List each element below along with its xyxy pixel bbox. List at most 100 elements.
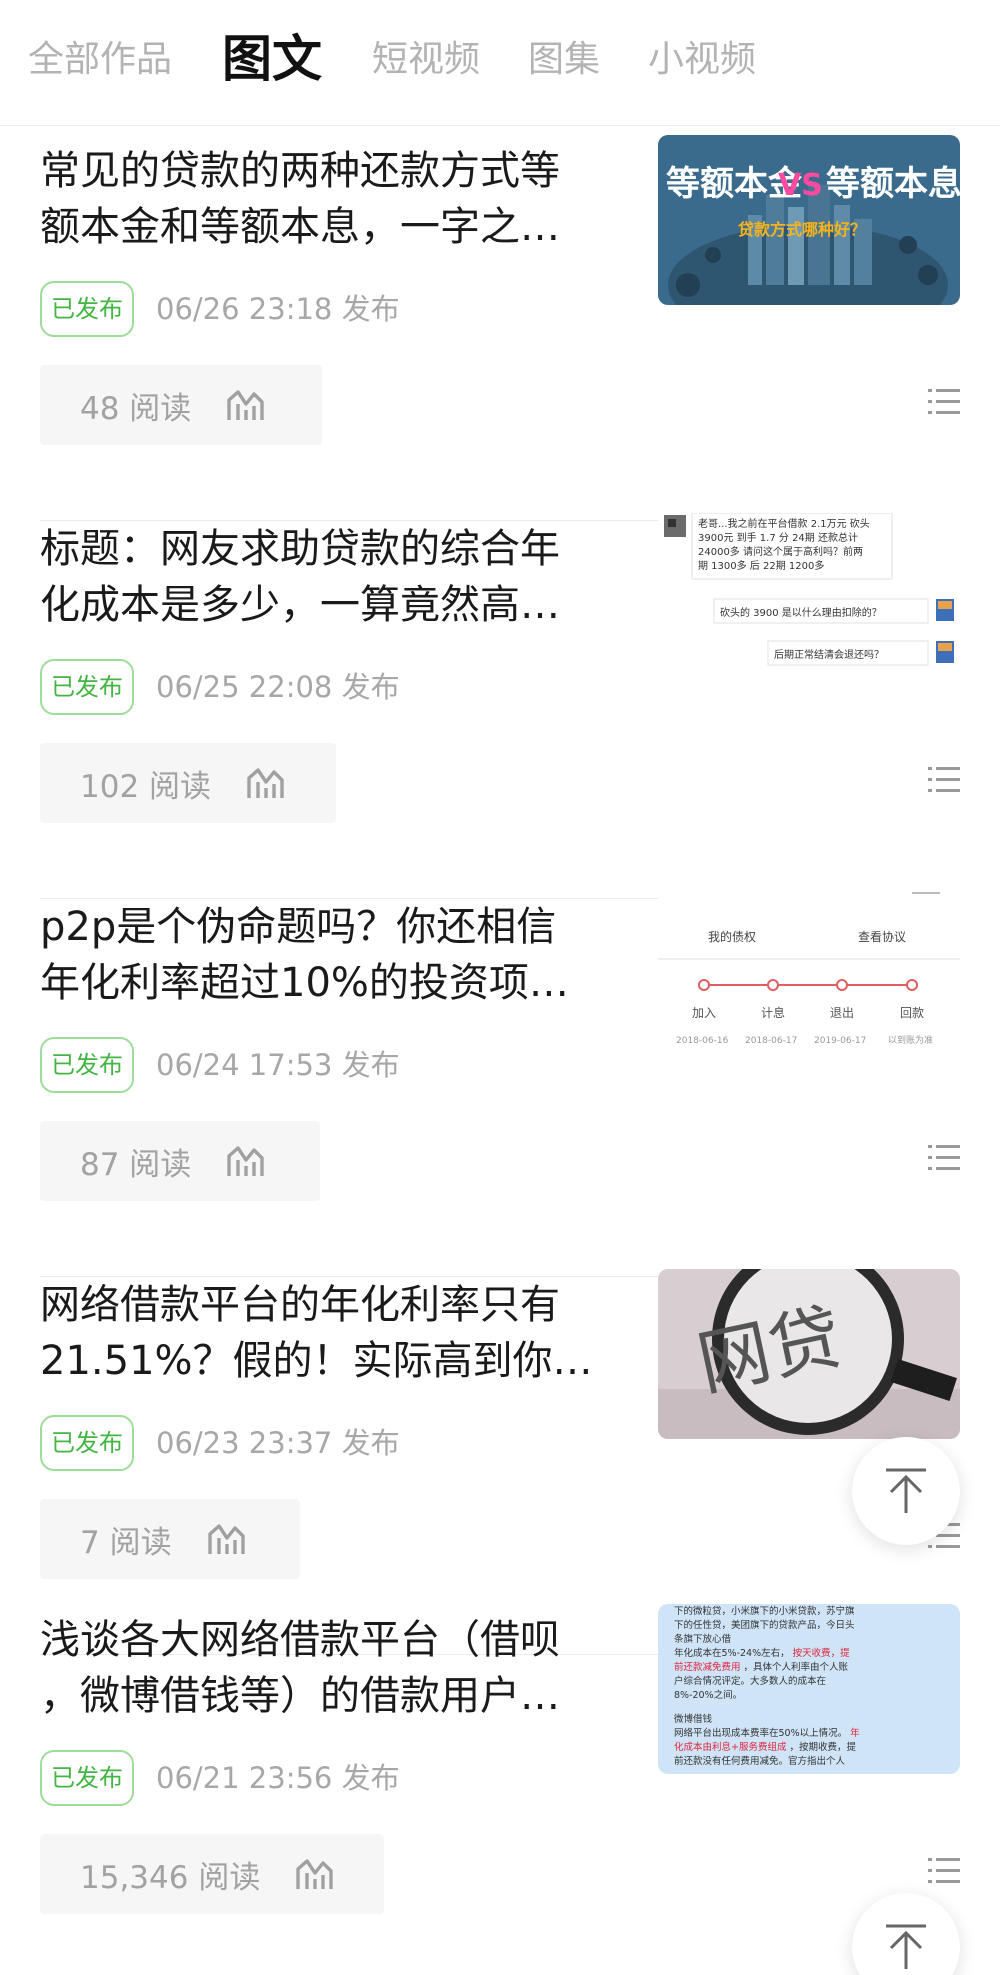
list-menu-icon[interactable]: [928, 765, 960, 795]
thumb-text: 2018-06-17: [745, 1036, 797, 1046]
thumb-text: 退出: [830, 1006, 854, 1020]
tab-short-videos[interactable]: 短视频: [372, 30, 480, 90]
stats-panel[interactable]: 48 阅读: [40, 365, 322, 445]
article-title-line: 21.51%？假的！实际高到你…: [40, 1338, 593, 1384]
tab-mini-videos[interactable]: 小视频: [648, 30, 756, 90]
thumb-text: 加入: [692, 1006, 716, 1020]
article-thumbnail[interactable]: 下的微粒贷，小米旗下的小米贷款，苏宁旗 下的任性贷，美团旗下的贷款产品，今日头 …: [658, 1604, 960, 1774]
thumb-text: 等额本息: [826, 164, 960, 204]
thumb-text: 以到账为准: [888, 1034, 933, 1046]
tab-articles[interactable]: 图文: [222, 26, 322, 92]
stats-chart-icon: [207, 1524, 245, 1554]
chat-text: 期 1300多 后 22期 1200多: [698, 559, 824, 572]
article-title-line: 年化利率超过10%的投资项…: [40, 960, 569, 1006]
thumb-text: VS: [778, 168, 823, 203]
text-screenshot-thumbnail: 下的微粒贷，小米旗下的小米贷款，苏宁旗 下的任性贷，美团旗下的贷款产品，今日头 …: [658, 1604, 960, 1774]
thumb-text: 年: [850, 1727, 860, 1739]
chat-text: 3900元 到手 1.7 分 24期 还款总计: [698, 531, 858, 544]
list-menu-icon[interactable]: [928, 1143, 960, 1173]
article-title[interactable]: 浅谈各大网络借款平台（借呗 ，微博借钱等）的借款用户…: [40, 1612, 610, 1724]
tab-galleries[interactable]: 图集: [528, 30, 600, 90]
article-title[interactable]: 标题：网友求助贷款的综合年 化成本是多少，一算竟然高…: [40, 521, 610, 633]
article-title-line: 标题：网友求助贷款的综合年: [40, 526, 560, 572]
stats-chart-icon: [227, 1146, 265, 1176]
article-title[interactable]: 常见的贷款的两种还款方式等 额本金和等额本息，一字之…: [40, 143, 610, 255]
thumb-text: ，具体个人利率由个人账: [744, 1661, 849, 1673]
chat-screenshot-thumbnail: 老哥...我之前在平台借款 2.1万元 砍头 3900元 到手 1.7 分 24…: [658, 513, 960, 683]
back-to-top-button[interactable]: [852, 1437, 960, 1545]
thumb-text: 网络平台出现成本费率在50%以上情况。: [674, 1727, 847, 1739]
stats-panel[interactable]: 7 阅读: [40, 1499, 300, 1579]
article-item[interactable]: 标题：网友求助贷款的综合年 化成本是多少，一算竟然高… 已发布 06/25 22…: [40, 513, 960, 899]
article-title-line: 额本金和等额本息，一字之…: [40, 204, 560, 250]
thumb-text: 按天收费，提: [793, 1647, 851, 1659]
thumb-text: 计息: [761, 1005, 785, 1020]
list-menu-icon[interactable]: [928, 387, 960, 417]
article-thumbnail[interactable]: 老哥...我之前在平台借款 2.1万元 砍头 3900元 到手 1.7 分 24…: [658, 513, 960, 683]
chat-text: 老哥...我之前在平台借款 2.1万元 砍头: [698, 517, 870, 530]
publish-time: 06/21 23:56 发布: [156, 1761, 400, 1795]
stats-panel[interactable]: 87 阅读: [40, 1121, 320, 1201]
stats-chart-icon: [296, 1859, 334, 1889]
thumb-text: 前还款没有任何费用减免。官方指出个人: [674, 1755, 846, 1767]
status-badge: 已发布: [40, 659, 134, 715]
thumb-text: 查看协议: [858, 929, 906, 944]
thumb-text: 下的任性贷，美团旗下的贷款产品，今日头: [674, 1619, 855, 1631]
article-title-line: 常见的贷款的两种还款方式等: [40, 148, 560, 194]
thumb-text: 条旗下放心借: [674, 1633, 732, 1645]
article-item[interactable]: 网络借款平台的年化利率只有 21.51%？假的！实际高到你… 已发布 06/23…: [40, 1269, 960, 1655]
stats-chart-icon: [247, 768, 284, 798]
thumb-text: 化成本由利息+服务费组成: [674, 1741, 787, 1753]
thumb-text: 我的债权: [708, 929, 756, 944]
article-title-line: 网络借款平台的年化利率只有: [40, 1282, 560, 1328]
publish-time: 06/23 23:37 发布: [156, 1426, 400, 1460]
stats-panel[interactable]: 15,346 阅读: [40, 1834, 384, 1914]
stats-panel[interactable]: 102 阅读: [40, 743, 336, 823]
publish-time: 06/25 22:08 发布: [156, 670, 400, 704]
tab-all-works[interactable]: 全部作品: [28, 30, 172, 90]
chat-text: 24000多 请问这个属于高利吗？前两: [698, 545, 863, 558]
thumb-text: 户综合情况评定。大多数人的成本在: [674, 1675, 826, 1687]
thumb-text: 2018-06-16: [676, 1036, 729, 1046]
status-badge: 已发布: [40, 281, 134, 337]
arrow-up-icon: [886, 1468, 926, 1513]
arrow-up-icon: [886, 1924, 926, 1969]
svg-text:网络平台出现成本费率在50%以上情况。 年: 网络平台出现成本费率在50%以上情况。 年: [674, 1727, 860, 1739]
read-count: 15,346 阅读: [80, 1859, 261, 1896]
svg-text:化成本由利息+服务费组成 ，按期收费，提: 化成本由利息+服务费组成 ，按期收费，提: [674, 1741, 857, 1753]
publish-time: 06/24 17:53 发布: [156, 1048, 400, 1082]
thumb-text: 下的微粒贷，小米旗下的小米贷款，苏宁旗: [674, 1605, 855, 1617]
article-thumbnail[interactable]: 网贷: [658, 1269, 960, 1439]
list-menu-icon[interactable]: [928, 1856, 960, 1886]
thumb-text: ，按期收费，提: [790, 1741, 857, 1753]
thumb-text: 2019-06-17: [814, 1036, 866, 1046]
publish-time: 06/26 23:18 发布: [156, 292, 400, 326]
article-title-line: 浅谈各大网络借款平台（借呗: [40, 1617, 560, 1663]
thumb-text: 回款: [900, 1006, 924, 1020]
svg-text:前还款减免费用 ，具体个人利率由个人账: 前还款减免费用 ，具体个人利率由个人账: [674, 1661, 849, 1673]
content-tab-bar: 全部作品 图文 短视频 图集 小视频: [0, 0, 1000, 126]
magnifier-thumbnail: 网贷: [658, 1269, 960, 1439]
article-item[interactable]: 浅谈各大网络借款平台（借呗 ，微博借钱等）的借款用户… 已发布 06/21 23…: [40, 1604, 960, 1975]
status-badge: 已发布: [40, 1037, 134, 1093]
read-count: 87 阅读: [80, 1146, 192, 1183]
chat-text: 后期正常结清会退还吗？: [774, 648, 884, 661]
article-item[interactable]: 常见的贷款的两种还款方式等 额本金和等额本息，一字之… 已发布 06/26 23…: [40, 135, 960, 521]
read-count: 7 阅读: [80, 1524, 172, 1561]
article-title[interactable]: p2p是个伪命题吗？你还相信 年化利率超过10%的投资项…: [40, 899, 610, 1011]
status-badge: 已发布: [40, 1750, 134, 1806]
article-item[interactable]: p2p是个伪命题吗？你还相信 年化利率超过10%的投资项… 已发布 06/24 …: [40, 891, 960, 1277]
read-count: 48 阅读: [80, 390, 192, 427]
article-title[interactable]: 网络借款平台的年化利率只有 21.51%？假的！实际高到你…: [40, 1277, 610, 1389]
thumb-text: 微博借钱: [674, 1713, 713, 1725]
article-thumbnail[interactable]: 等额本金 VS 等额本息 贷款方式哪种好？: [658, 135, 960, 305]
article-thumbnail[interactable]: 我的债权 查看协议 加入 计息 退出 回款 2018-06-16 2018-06…: [658, 891, 960, 1061]
investment-timeline-thumbnail: 我的债权 查看协议 加入 计息 退出 回款 2018-06-16 2018-06…: [658, 891, 960, 1061]
chat-text: 砍头的 3900 是以什么理由扣除的？: [720, 606, 882, 619]
article-title-line: ，微博借钱等）的借款用户…: [40, 1673, 560, 1719]
thumb-text: 前还款减免费用: [674, 1661, 741, 1673]
stats-chart-icon: [227, 390, 265, 420]
article-title-line: 化成本是多少，一算竟然高…: [40, 582, 560, 628]
status-badge: 已发布: [40, 1415, 134, 1471]
thumb-text: 年化成本在5%-24%左右，: [674, 1647, 790, 1659]
